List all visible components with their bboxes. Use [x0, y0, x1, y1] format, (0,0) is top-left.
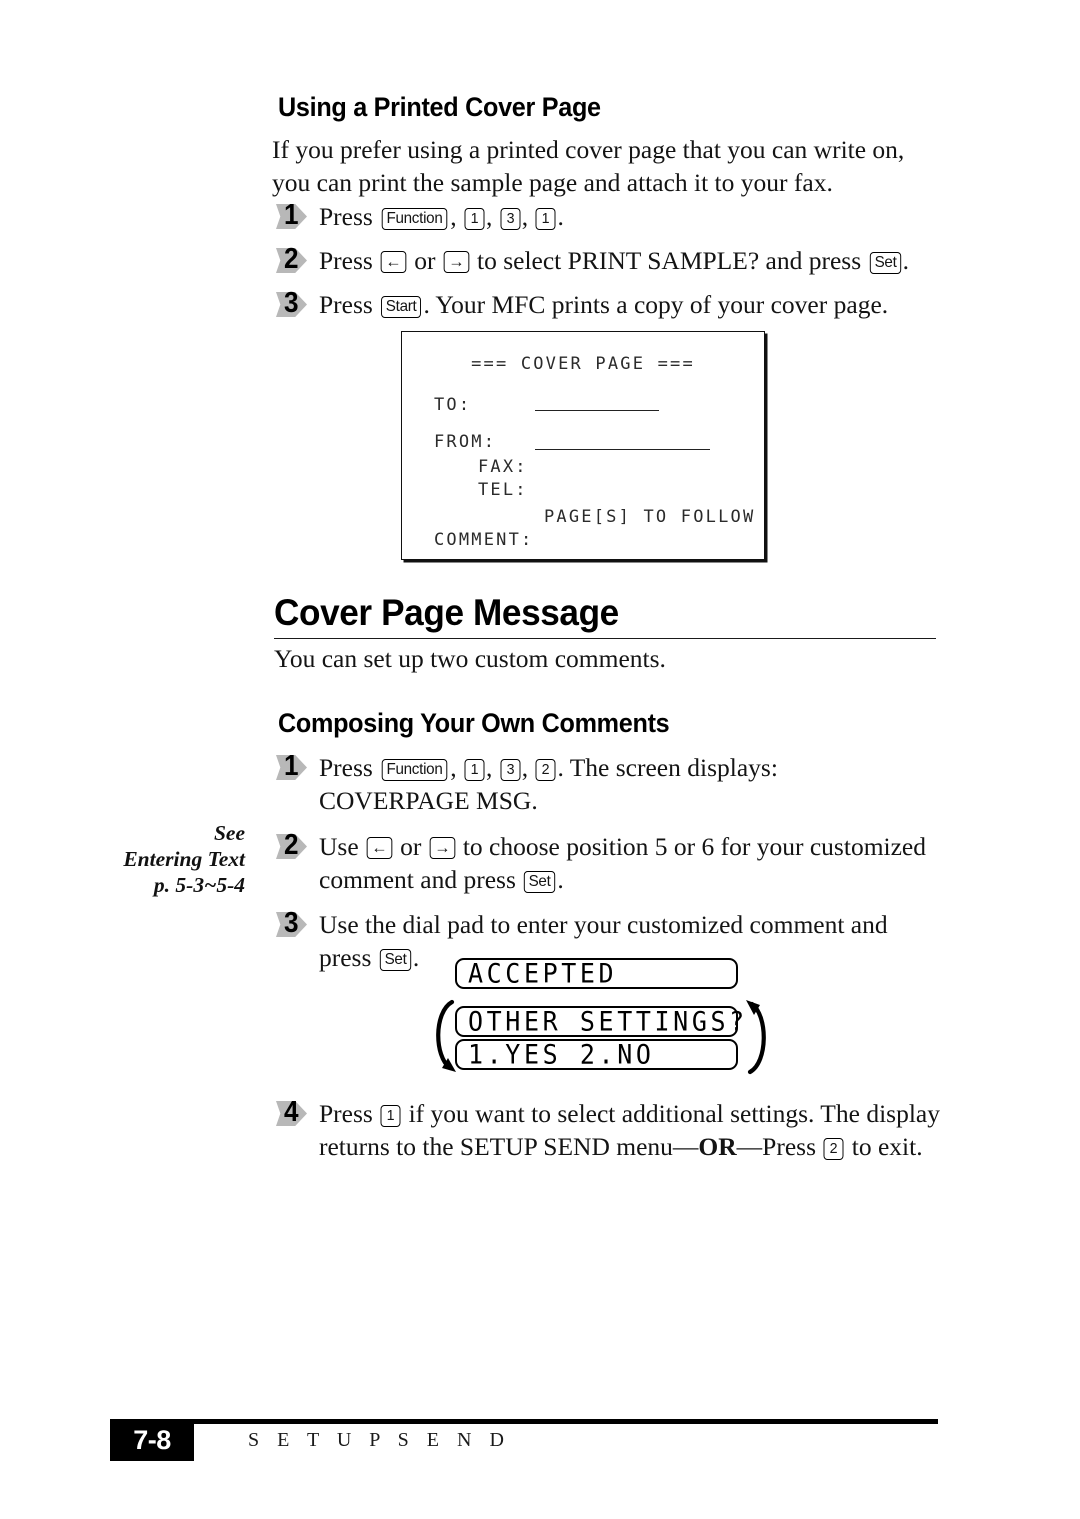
lcd-display-accepted: ACCEPTED — [455, 958, 738, 989]
heading-divider — [274, 637, 936, 639]
sample-from-line — [535, 449, 710, 450]
step-text: Use ← or → to choose position 5 or 6 for… — [319, 832, 926, 894]
page-number: 7-8 — [133, 1424, 171, 1455]
screen-display-value: COVERPAGE MSG. — [319, 786, 538, 815]
step-text: Press Function, 1, 3, 1. — [319, 202, 564, 231]
step-item: 2 Use ← or → to choose position 5 or 6 f… — [275, 830, 940, 896]
key-set[interactable]: Set — [869, 252, 901, 274]
key-1[interactable]: 1 — [464, 208, 485, 230]
step-number-marker: 1 — [275, 199, 315, 231]
or-emphasis: OR — [698, 1132, 737, 1161]
key-function[interactable]: Function — [381, 759, 448, 781]
lcd-text: ACCEPTED — [468, 958, 618, 989]
step-number-marker: 2 — [275, 829, 315, 861]
sample-to-label: TO: — [434, 395, 472, 415]
sample-pages-label: PAGE[S] TO FOLLOW — [544, 507, 756, 527]
arrow-right-curve-icon — [747, 1001, 766, 1075]
step-item: 1 Press Function, 1, 3, 1. — [275, 200, 940, 233]
step-item: 1 Press Function, 1, 3, 2. The screen di… — [275, 751, 940, 817]
cover-page-sample-box: === COVER PAGE === TO: FROM: FAX: TEL: P… — [401, 331, 765, 560]
sample-title: === COVER PAGE === — [471, 354, 695, 374]
footer-divider — [110, 1419, 938, 1424]
step-number: 3 — [284, 287, 299, 319]
arrow-right-icon[interactable]: → — [443, 251, 469, 273]
step-text: Press Function, 1, 3, 2. The screen disp… — [319, 753, 778, 815]
page-title: Cover Page Message — [274, 592, 619, 633]
key-3[interactable]: 3 — [500, 208, 521, 230]
key-1[interactable]: 1 — [464, 759, 485, 781]
steps-list-composing-comments: 1 Press Function, 1, 3, 2. The screen di… — [275, 751, 940, 974]
key-set[interactable]: Set — [524, 871, 556, 893]
step-number: 1 — [284, 199, 299, 231]
step-number: 4 — [284, 1096, 299, 1128]
running-head-label: S E T U P S E N D — [248, 1429, 511, 1451]
step-item: 4 Press 1 if you want to select addition… — [275, 1097, 940, 1163]
sample-to-line — [535, 410, 659, 411]
step-number-marker: 3 — [275, 287, 315, 319]
margin-note-entering-text: See Entering Text p. 5-3~5-4 — [100, 820, 245, 898]
key-2[interactable]: 2 — [823, 1138, 844, 1160]
step-number-marker: 2 — [275, 243, 315, 275]
step-text: Press ← or → to select PRINT SAMPLE? and… — [319, 246, 909, 275]
arrow-left-curve-icon — [436, 999, 455, 1071]
key-function[interactable]: Function — [381, 208, 448, 230]
step-number: 2 — [284, 243, 299, 275]
section-heading-composing-comments: Composing Your Own Comments — [278, 708, 670, 738]
margin-note-line-1: See — [213, 821, 245, 845]
section-heading-using-printed-cover-page: Using a Printed Cover Page — [278, 92, 601, 122]
cover-page-message-intro: You can set up two custom comments. — [274, 644, 666, 673]
key-1[interactable]: 1 — [380, 1105, 401, 1127]
step-number: 1 — [284, 750, 299, 782]
key-3[interactable]: 3 — [500, 759, 521, 781]
sample-tel-label: TEL: — [478, 480, 528, 500]
arrow-right-icon[interactable]: → — [429, 837, 455, 859]
section-intro-paragraph: If you prefer using a printed cover page… — [272, 135, 905, 197]
sample-fax-label: FAX: — [478, 457, 528, 477]
steps-list-print-cover-page: 1 Press Function, 1, 3, 1. 2 Press ← or … — [275, 200, 940, 321]
key-set[interactable]: Set — [379, 949, 412, 971]
step-text: Press Start. Your MFC prints a copy of y… — [319, 290, 889, 319]
sample-comment-label: COMMENT: — [434, 530, 534, 550]
step-item: 2 Press ← or → to select PRINT SAMPLE? a… — [275, 244, 940, 277]
step-number-marker: 3 — [275, 907, 315, 939]
step-text: Press 1 if you want to select additional… — [319, 1099, 940, 1161]
step-number-marker: 1 — [275, 750, 315, 782]
key-start[interactable]: Start — [381, 296, 422, 318]
arrow-left-icon[interactable]: ← — [366, 837, 393, 859]
page-number-badge: 7-8 — [110, 1419, 194, 1461]
margin-note-line-2: Entering Text — [123, 847, 245, 871]
arrow-left-icon[interactable]: ← — [380, 251, 407, 273]
sample-from-label: FROM: — [434, 432, 497, 452]
key-1-second[interactable]: 1 — [535, 208, 556, 230]
step-number: 2 — [284, 829, 299, 861]
margin-note-line-3: p. 5-3~5-4 — [153, 873, 245, 897]
step-number: 3 — [284, 907, 299, 939]
chapter-heading-block: Cover Page Message — [274, 592, 936, 639]
key-2[interactable]: 2 — [535, 759, 556, 781]
step-item: 3 Press Start. Your MFC prints a copy of… — [275, 288, 940, 321]
step-number-marker: 4 — [275, 1096, 315, 1128]
steps-list-final: 4 Press 1 if you want to select addition… — [275, 1097, 940, 1163]
lcd-cycle-arrows — [436, 999, 766, 1075]
